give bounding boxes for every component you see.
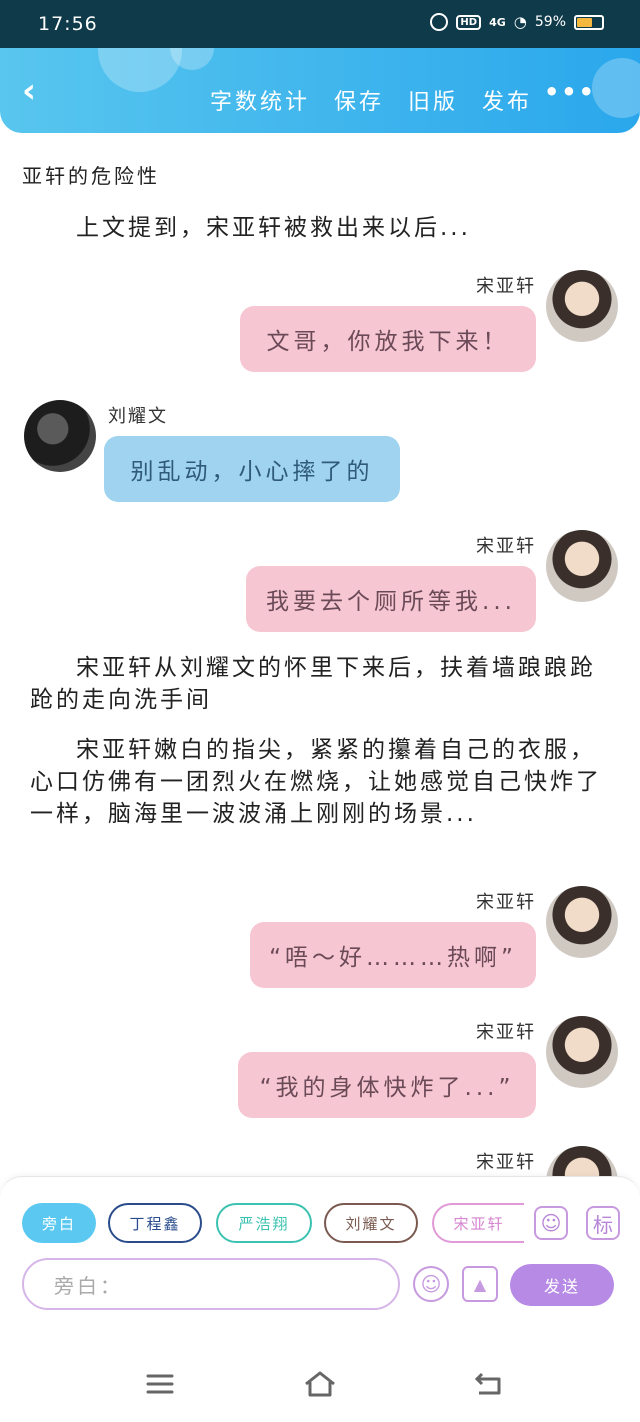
character-chip[interactable]: 严浩翔 xyxy=(216,1203,312,1243)
story-title: 亚轩的危险性 xyxy=(22,164,160,188)
publish-button[interactable]: 发布 xyxy=(482,84,532,116)
hd-icon: HD xyxy=(456,14,482,30)
home-icon[interactable] xyxy=(300,1366,340,1402)
avatar[interactable] xyxy=(24,400,96,472)
narration-text: 宋亚轩从刘耀文的怀里下来后，扶着墙踉踉跄跄的走向洗手间 xyxy=(30,655,596,713)
chat-bubble[interactable]: “我的身体快炸了...” xyxy=(238,1052,536,1118)
editor-header: ‹ 字数统计 保存 旧版 发布 ••• xyxy=(0,48,640,133)
avatar[interactable] xyxy=(546,886,618,958)
header-actions: 字数统计 保存 旧版 发布 xyxy=(210,84,532,116)
speaker-name: 宋亚轩 xyxy=(476,536,536,557)
word-count-button[interactable]: 字数统计 xyxy=(210,84,310,116)
menu-icon[interactable] xyxy=(140,1366,180,1402)
send-button[interactable]: 发送 xyxy=(510,1264,614,1306)
system-nav-bar xyxy=(0,1346,640,1422)
speaker-name: 宋亚轩 xyxy=(476,1022,536,1043)
chat-bubble[interactable]: “唔～好………热啊” xyxy=(250,922,536,988)
more-dots-icon[interactable]: ••• xyxy=(544,78,596,106)
clock: 17:56 xyxy=(38,13,98,35)
speaker-name: 宋亚轩 xyxy=(476,892,536,913)
character-chip-narrator[interactable]: 旁白 xyxy=(22,1203,96,1243)
chat-bubble[interactable]: 我要去个厕所等我... xyxy=(246,566,536,632)
message-input[interactable]: 旁白： xyxy=(22,1258,400,1310)
narration-text: 宋亚轩嫩白的指尖，紧紧的攥着自己的衣服，心口仿佛有一团烈火在燃烧，让她感觉自己快… xyxy=(30,737,602,827)
alarm-icon xyxy=(430,13,449,31)
status-icons: HD 4G ◔ 59% xyxy=(430,13,604,31)
back-nav-icon[interactable] xyxy=(468,1366,508,1402)
character-chip[interactable]: 刘耀文 xyxy=(324,1203,418,1243)
decor-bubble xyxy=(592,58,640,118)
image-icon[interactable]: ▲ xyxy=(462,1266,498,1302)
speaker-name: 宋亚轩 xyxy=(476,276,536,297)
avatar[interactable] xyxy=(546,530,618,602)
chat-bubble[interactable]: 别乱动，小心摔了的 xyxy=(104,436,400,502)
save-button[interactable]: 保存 xyxy=(334,84,384,116)
wifi-icon: ◔ xyxy=(513,13,527,31)
character-chip[interactable]: 宋亚轩 xyxy=(432,1203,524,1243)
avatar[interactable] xyxy=(546,270,618,342)
battery-icon xyxy=(574,14,604,30)
narration-text: 上文提到，宋亚轩被救出来以后... xyxy=(76,215,471,241)
character-chip[interactable]: 丁程鑫 xyxy=(108,1203,202,1243)
back-icon[interactable]: ‹ xyxy=(22,74,36,108)
battery-percent: 59% xyxy=(534,14,566,30)
tag-icon[interactable]: 标 xyxy=(586,1206,620,1240)
decor-bubble xyxy=(98,48,182,92)
status-bar: 17:56 HD 4G ◔ 59% xyxy=(0,0,640,50)
emoji-icon[interactable]: ☺ xyxy=(413,1266,449,1302)
character-manage-icon[interactable]: ☺ xyxy=(534,1206,568,1240)
speaker-name: 宋亚轩 xyxy=(476,1152,536,1173)
speaker-name: 刘耀文 xyxy=(108,406,168,427)
old-version-button[interactable]: 旧版 xyxy=(408,84,458,116)
avatar[interactable] xyxy=(546,1016,618,1088)
chat-bubble[interactable]: 文哥，你放我下来！ xyxy=(240,306,536,372)
network-label: 4G xyxy=(489,15,506,29)
